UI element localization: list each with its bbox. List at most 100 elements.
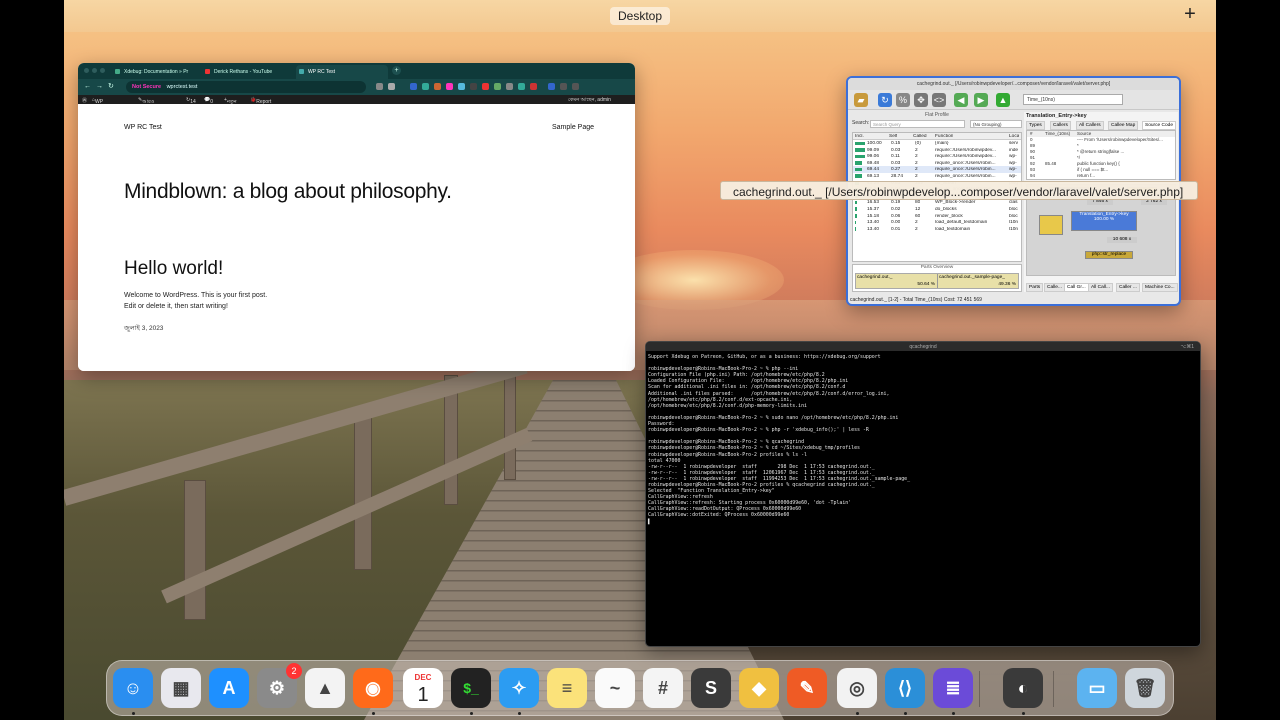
sublime-text-icon[interactable]: S <box>691 668 731 708</box>
qcachegrind-dock-icon[interactable]: ◐ <box>1003 668 1043 708</box>
extension-icon[interactable] <box>446 83 453 90</box>
parts-bar[interactable]: cachegrind.out._ 50.64 % cachegrind.out.… <box>855 273 1019 289</box>
tab-source-code[interactable]: Source Code <box>1142 121 1176 130</box>
col-called[interactable]: Called <box>913 134 927 139</box>
table-row[interactable]: 15.18 0.06 60 render_block bloc <box>853 213 1021 220</box>
browser-window[interactable]: Xdebug: Documentation » Pr Derick Rethan… <box>78 63 635 371</box>
tab-machine-code[interactable]: Machine Co... <box>1142 283 1178 292</box>
table-row[interactable]: 13.40 0.01 2 load_textdomain l10n <box>853 226 1021 233</box>
bookmark-star-icon[interactable] <box>388 83 395 90</box>
notes-icon[interactable]: ≡ <box>547 668 587 708</box>
tab-caller-map[interactable]: Caller ... <box>1116 283 1140 292</box>
admin-bar-updates[interactable]: ↻ 14 <box>186 97 196 105</box>
downloads-folder-icon[interactable]: ▭ <box>1077 668 1117 708</box>
terminal-output[interactable]: Support Xdebug on Patreon, GitHub, or as… <box>646 351 1200 528</box>
launchpad-icon[interactable]: ▦ <box>161 668 201 708</box>
table-row[interactable]: 16.53 0.19 80 WP_Block->render clas <box>853 199 1021 206</box>
extension-icon[interactable] <box>518 83 525 90</box>
graph-selected-node[interactable]: Translation_Entry->key 100.00 % <box>1071 211 1137 231</box>
reload-icon[interactable]: ↻ <box>878 93 892 107</box>
graph-node[interactable] <box>1039 215 1063 235</box>
col-function[interactable]: Function <box>935 134 953 139</box>
graph-node[interactable]: php::str_replace <box>1085 251 1133 259</box>
admin-bar-new[interactable]: + নতুন <box>224 97 237 105</box>
admin-bar-report-bug[interactable]: 🐞 Report a Bug <box>250 97 271 111</box>
firefox-icon[interactable]: ◉ <box>353 668 393 708</box>
table-row[interactable]: 13.40 0.00 2 load_default_textdomain l10n <box>853 219 1021 226</box>
database-icon[interactable]: ≣ <box>933 668 973 708</box>
menu-kebab-icon[interactable] <box>572 83 579 90</box>
table-row[interactable]: 69.44 0.27 2 require_once::/Users/robin... w… <box>853 166 1021 173</box>
tab-wp-rc-test[interactable]: WP RC Test <box>296 65 388 79</box>
terminal-window[interactable]: qcachegrind ⌥⌘1 Support Xdebug on Patreo… <box>645 341 1201 647</box>
col-incl[interactable]: Incl. <box>855 134 864 139</box>
search-input[interactable]: Search Query <box>870 120 965 128</box>
trash-icon[interactable]: 🗑 <box>1125 668 1165 708</box>
post-title-link[interactable]: Hello world! <box>124 258 223 280</box>
col-location[interactable]: Loca <box>1009 134 1019 139</box>
desktop-space-label[interactable]: Desktop <box>610 7 671 25</box>
extension-icon[interactable] <box>506 83 513 90</box>
vscode-icon[interactable]: ⟨⟩ <box>885 668 925 708</box>
add-space-button[interactable]: + <box>1180 3 1200 26</box>
back-icon[interactable]: ◀ <box>954 93 968 107</box>
table-row[interactable]: 99.09 0.03 2 require::/Users/robinwpdev... i… <box>853 147 1021 154</box>
freeform-icon[interactable]: ~ <box>595 668 635 708</box>
reload-icon[interactable]: ↻ <box>108 83 119 90</box>
extension-icon[interactable] <box>482 83 489 90</box>
tab-types[interactable]: Types <box>1026 121 1045 130</box>
back-icon[interactable]: ← <box>84 83 96 90</box>
tab-all-callers[interactable]: All Callers <box>1076 121 1104 130</box>
tab-callees[interactable]: Calle... <box>1044 283 1065 292</box>
tab-all-callees[interactable]: All Call... <box>1088 283 1113 292</box>
chrome-icon[interactable]: ◎ <box>837 668 877 708</box>
translate-icon[interactable] <box>376 83 383 90</box>
tab-callers[interactable]: Callers <box>1050 121 1071 130</box>
address-bar[interactable]: Not Secure wprctest.test <box>126 81 366 93</box>
finder-icon[interactable]: ☺ <box>113 668 153 708</box>
zoom-window-button[interactable] <box>100 68 105 73</box>
source-code-table[interactable]: # Time_(10ns) Source 0 ---- From '/Users/… <box>1026 130 1176 180</box>
slack-icon[interactable]: # <box>643 668 683 708</box>
admin-bar-comments[interactable]: 💬 0 <box>204 97 213 105</box>
tab-xdebug-docs[interactable]: Xdebug: Documentation » Pr <box>112 65 198 79</box>
col-self[interactable]: Self <box>889 134 897 139</box>
extension-icon[interactable] <box>470 83 477 90</box>
shorten-templates-icon[interactable]: <> <box>932 93 946 107</box>
forward-icon[interactable]: ▶ <box>974 93 988 107</box>
site-title-link[interactable]: WP RC Test <box>124 124 162 131</box>
percent-icon[interactable]: % <box>896 93 910 107</box>
safari-icon[interactable]: ✧ <box>499 668 539 708</box>
open-folder-icon[interactable]: ▰ <box>854 93 868 107</box>
extension-icon[interactable] <box>422 83 429 90</box>
source-line[interactable]: 94 return f... <box>1027 173 1175 179</box>
new-tab-button[interactable]: + <box>392 66 401 75</box>
forward-icon[interactable]: → <box>96 83 108 90</box>
minimize-window-button[interactable] <box>92 68 97 73</box>
tab-callee-map[interactable]: Callee Map <box>1108 121 1139 130</box>
app-store-icon[interactable]: A <box>209 668 249 708</box>
table-row[interactable]: 100.00 0.15 (0) {main} serv <box>853 140 1021 147</box>
extension-icon[interactable] <box>458 83 465 90</box>
admin-bar-site-link[interactable]: ⌂ WP RC Test <box>92 97 104 117</box>
google-drive-icon[interactable]: ▲ <box>305 668 345 708</box>
table-row[interactable]: 15.37 0.02 12 do_blocks bloc <box>853 206 1021 213</box>
extension-icon[interactable] <box>530 83 537 90</box>
extension-icon[interactable] <box>410 83 417 90</box>
profile-avatar-icon[interactable] <box>560 83 567 90</box>
table-row[interactable]: 99.06 0.11 2 require::/Users/robinwpdev... w… <box>853 153 1021 160</box>
close-window-button[interactable] <box>84 68 89 73</box>
nav-sample-page-link[interactable]: Sample Page <box>552 124 594 131</box>
extension-icon[interactable] <box>434 83 441 90</box>
event-type-select[interactable]: Time_(10ns) <box>1023 94 1123 105</box>
extensions-puzzle-icon[interactable] <box>548 83 555 90</box>
part-1[interactable]: cachegrind.out._ 50.64 % <box>856 274 939 288</box>
terminal-icon[interactable]: $_ <box>451 668 491 708</box>
admin-bar-customize-link[interactable]: ✎ আরও কাস্টমাইজ <box>138 97 163 113</box>
table-row[interactable]: 69.13 28.74 2 require_once::/Users/robin...… <box>853 173 1021 180</box>
tab-parts[interactable]: Parts <box>1026 283 1044 292</box>
tab-call-graph[interactable]: Call Gr... <box>1064 283 1089 292</box>
grouping-select[interactable]: (No Grouping) <box>970 120 1022 128</box>
cycle-detection-icon[interactable]: ✥ <box>914 93 928 107</box>
wordpress-logo-icon[interactable]: Ⓦ <box>82 97 87 104</box>
